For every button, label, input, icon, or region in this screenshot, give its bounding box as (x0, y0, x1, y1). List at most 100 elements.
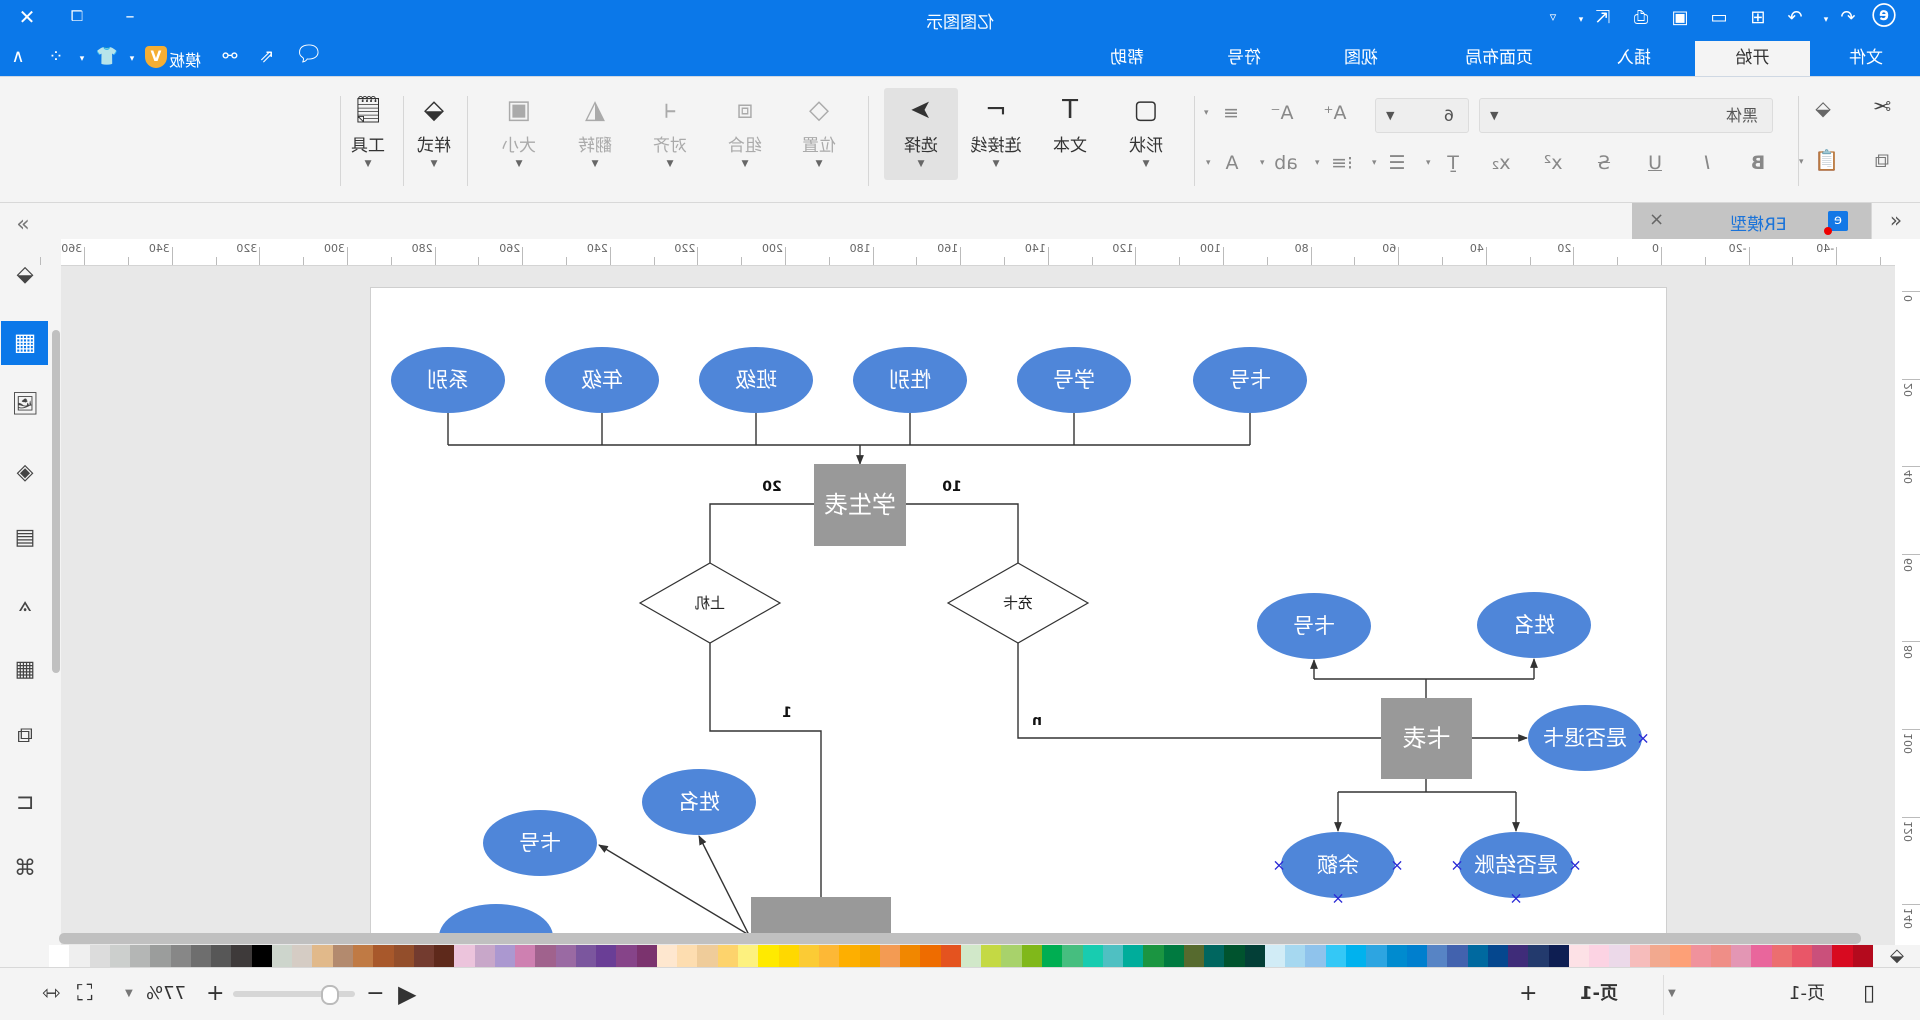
color-swatch[interactable] (474, 945, 495, 967)
align-dropdown-icon[interactable]: ▾ (1204, 108, 1209, 118)
color-swatch[interactable] (1670, 945, 1691, 967)
color-swatch[interactable] (373, 945, 394, 967)
connector-button[interactable]: ⌐ 连接线 ▼ (966, 88, 1026, 180)
color-swatch[interactable] (170, 945, 191, 967)
color-swatch[interactable] (555, 945, 576, 967)
open-folder-icon[interactable]: ▭ (1709, 7, 1729, 28)
color-swatch[interactable] (1183, 945, 1205, 967)
undo-dropdown-icon[interactable]: ▾ (1820, 10, 1832, 30)
page-tab[interactable]: 页-1 (1580, 983, 1618, 1005)
flip-button[interactable]: ◭ 翻转 ▼ (565, 88, 625, 180)
shape-button[interactable]: ▢ 形状 ▼ (1116, 88, 1176, 180)
color-swatch[interactable] (190, 945, 212, 967)
expand-sidebar-icon[interactable]: » (8, 210, 38, 240)
tab-home[interactable]: 开始 (1695, 41, 1810, 76)
color-swatch[interactable] (1609, 945, 1630, 967)
paste-icon[interactable]: 📋 (1814, 148, 1839, 172)
highlight-dropdown-icon[interactable]: ▾ (1260, 158, 1265, 168)
color-swatch[interactable] (960, 945, 982, 967)
new-file-icon[interactable]: ⊞ (1748, 7, 1768, 28)
color-swatch[interactable] (596, 945, 617, 967)
color-swatch[interactable] (859, 945, 880, 967)
color-swatch[interactable] (1325, 945, 1346, 967)
color-swatch[interactable] (758, 945, 779, 967)
color-swatch[interactable] (1285, 945, 1306, 967)
color-swatch[interactable] (900, 945, 921, 967)
color-swatch[interactable] (1042, 945, 1063, 967)
color-swatch[interactable] (920, 945, 941, 967)
color-swatch[interactable] (535, 945, 556, 967)
color-swatch[interactable] (1244, 945, 1265, 967)
size-button[interactable]: ▣ 大小 ▼ (489, 88, 549, 180)
color-swatch[interactable] (778, 945, 799, 967)
zoom-slider-thumb[interactable] (321, 985, 339, 1005)
font-family-select[interactable]: 黑体 ▼ (1479, 98, 1773, 133)
cut-icon[interactable]: ✂ (1870, 95, 1894, 120)
page-dropdown-icon[interactable]: ▼ (1668, 983, 1676, 1005)
strikethrough-button[interactable]: S (1590, 152, 1618, 174)
line-spacing-dropdown-icon[interactable]: ▾ (1372, 158, 1377, 168)
style-button[interactable]: ⬙ 样式 ▼ (404, 88, 464, 180)
align-button[interactable]: ⫞ 对齐 ▼ (640, 88, 700, 180)
zoom-out-button[interactable]: − (366, 981, 384, 1006)
color-swatch[interactable] (1710, 945, 1732, 967)
font-color-button[interactable]: A (1218, 152, 1246, 174)
color-swatch[interactable] (1346, 945, 1367, 967)
color-swatch[interactable] (636, 945, 657, 967)
color-swatch[interactable] (798, 945, 820, 967)
color-swatch[interactable] (1649, 945, 1671, 967)
underline-button[interactable]: U (1641, 152, 1669, 174)
color-swatch[interactable] (1528, 945, 1549, 967)
paragraph-align-icon[interactable]: ≡ (1217, 102, 1245, 124)
select-button[interactable]: ➤ 选择 ▼ (884, 88, 958, 180)
save-icon[interactable]: ▣ (1670, 7, 1690, 28)
minimize-icon[interactable]: – (120, 6, 140, 27)
table-icon[interactable]: ▦ (10, 655, 40, 685)
color-swatch[interactable] (1812, 945, 1833, 967)
superscript-button[interactable]: x² (1539, 152, 1567, 174)
color-swatch[interactable] (981, 945, 1002, 967)
color-swatch[interactable] (231, 945, 252, 967)
tab-view[interactable]: 视图 (1316, 41, 1406, 76)
color-swatch[interactable] (1690, 945, 1711, 967)
fit-width-icon[interactable]: ⇿ (42, 981, 60, 1006)
add-page-button[interactable]: + (1519, 981, 1537, 1006)
print-icon[interactable]: ⎙ (1631, 7, 1651, 28)
font-size-select[interactable]: 6 ▼ (1375, 98, 1469, 133)
text-style-icon[interactable]: Ṯ (1439, 152, 1467, 174)
color-swatch[interactable] (1001, 945, 1022, 967)
list-dropdown-icon[interactable]: ▾ (1315, 158, 1320, 168)
color-swatch[interactable] (1264, 945, 1286, 967)
color-swatch[interactable] (1062, 945, 1083, 967)
color-swatch[interactable] (49, 945, 70, 967)
tab-page-layout[interactable]: 页面布局 (1444, 41, 1554, 76)
color-swatch[interactable] (1143, 945, 1164, 967)
layers-icon[interactable]: ◈ (10, 458, 40, 488)
color-swatch[interactable] (1751, 945, 1772, 967)
zoom-slider[interactable] (233, 985, 355, 1005)
color-swatch[interactable] (109, 945, 131, 967)
tab-symbols[interactable]: 符号 (1199, 41, 1289, 76)
tab-help[interactable]: 帮助 (1082, 41, 1172, 76)
group-button[interactable]: ⧈ 组合 ▼ (715, 88, 775, 180)
color-swatch[interactable] (271, 945, 293, 967)
color-swatch[interactable] (616, 945, 637, 967)
gantt-icon[interactable]: ⊏ (10, 788, 40, 818)
color-swatch[interactable] (434, 945, 455, 967)
collapse-ribbon-icon[interactable]: ∧ (8, 46, 28, 67)
color-swatch[interactable] (515, 945, 536, 967)
color-swatch[interactable] (413, 945, 435, 967)
color-swatch[interactable] (940, 945, 961, 967)
shrink-font-button[interactable]: A⁻ (1268, 102, 1296, 124)
color-swatch[interactable] (1771, 945, 1792, 967)
paste-dropdown-icon[interactable]: ▾ (1799, 157, 1804, 167)
color-swatch[interactable] (1163, 945, 1184, 967)
color-swatch[interactable] (1467, 945, 1488, 967)
color-swatch[interactable] (393, 945, 414, 967)
fill-icon[interactable]: ⬙ (10, 260, 40, 290)
mindmap-icon[interactable]: ⌘ (10, 854, 40, 884)
color-swatch[interactable] (1447, 945, 1468, 967)
fill-color-icon[interactable]: ⬙ (1885, 945, 1909, 966)
color-swatch[interactable] (332, 945, 353, 967)
puzzle-icon[interactable]: ⧉ (10, 721, 40, 751)
